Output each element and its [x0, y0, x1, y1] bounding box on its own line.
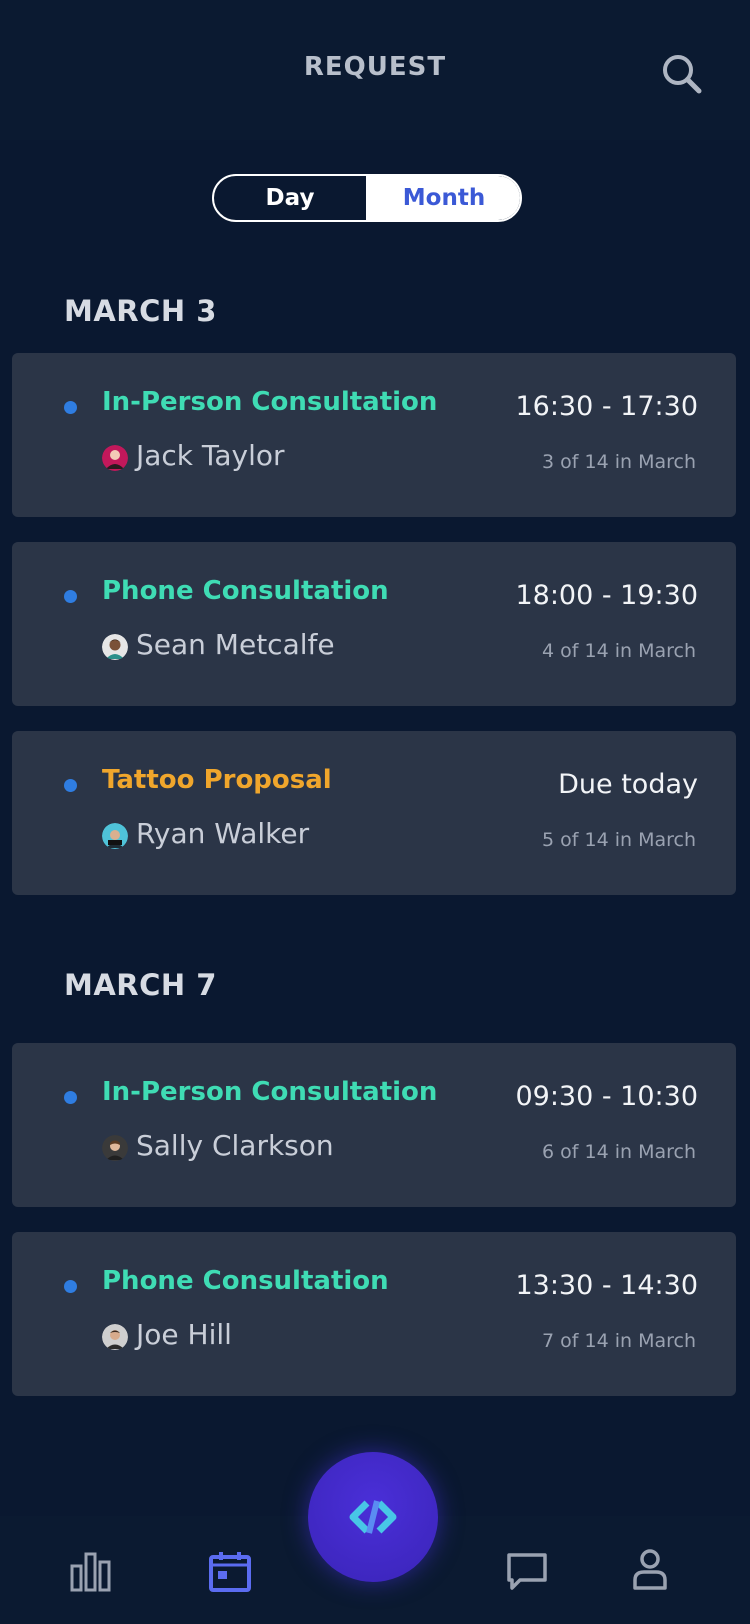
request-title: In-Person Consultation	[102, 387, 438, 417]
request-title: Tattoo Proposal	[102, 765, 332, 795]
section-date: MARCH 7	[64, 968, 217, 1002]
request-time: Due today	[558, 769, 698, 800]
request-time: 13:30 - 14:30	[515, 1270, 698, 1301]
status-dot	[64, 401, 77, 414]
avatar	[102, 445, 128, 471]
profile-icon[interactable]	[632, 1548, 668, 1590]
request-count: 5 of 14 in March	[542, 829, 696, 851]
status-dot	[64, 1091, 77, 1104]
request-count: 6 of 14 in March	[542, 1141, 696, 1163]
request-time: 18:00 - 19:30	[515, 580, 698, 611]
request-card[interactable]: In-Person Consultation Sally Clarkson 09…	[12, 1043, 736, 1207]
toggle-month-button[interactable]: Month	[368, 176, 520, 220]
status-dot	[64, 779, 77, 792]
client-name: Sean Metcalfe	[136, 628, 335, 661]
request-time: 16:30 - 17:30	[515, 391, 698, 422]
action-fab-button[interactable]	[308, 1452, 438, 1582]
page-title: REQUEST	[303, 52, 447, 82]
request-count: 3 of 14 in March	[542, 451, 696, 473]
request-time: 09:30 - 10:30	[515, 1081, 698, 1112]
request-card[interactable]: In-Person Consultation Jack Taylor 16:30…	[12, 353, 736, 517]
status-dot	[64, 1280, 77, 1293]
request-title: Phone Consultation	[102, 576, 389, 606]
request-card[interactable]: Phone Consultation Sean Metcalfe 18:00 -…	[12, 542, 736, 706]
client-name: Jack Taylor	[136, 439, 285, 472]
chat-icon[interactable]	[506, 1552, 548, 1592]
avatar	[102, 1135, 128, 1161]
avatar	[102, 634, 128, 660]
section-date: MARCH 3	[64, 294, 217, 328]
brand-logo-icon	[349, 1500, 397, 1534]
request-card[interactable]: Tattoo Proposal Ryan Walker Due today 5 …	[12, 731, 736, 895]
request-card[interactable]: Phone Consultation Joe Hill 13:30 - 14:3…	[12, 1232, 736, 1396]
view-toggle: Day Month	[212, 174, 522, 222]
request-count: 4 of 14 in March	[542, 640, 696, 662]
avatar	[102, 1324, 128, 1350]
request-count: 7 of 14 in March	[542, 1330, 696, 1352]
client-name: Ryan Walker	[136, 817, 310, 850]
toggle-day-button[interactable]: Day	[214, 176, 368, 220]
calendar-icon[interactable]	[208, 1550, 252, 1592]
client-name: Sally Clarkson	[136, 1129, 334, 1162]
request-title: Phone Consultation	[102, 1266, 389, 1296]
header: REQUEST	[0, 0, 750, 140]
request-title: In-Person Consultation	[102, 1077, 438, 1107]
status-dot	[64, 590, 77, 603]
search-icon[interactable]	[660, 52, 704, 96]
bar-chart-icon[interactable]	[70, 1552, 112, 1592]
avatar	[102, 823, 128, 849]
client-name: Joe Hill	[136, 1318, 232, 1351]
